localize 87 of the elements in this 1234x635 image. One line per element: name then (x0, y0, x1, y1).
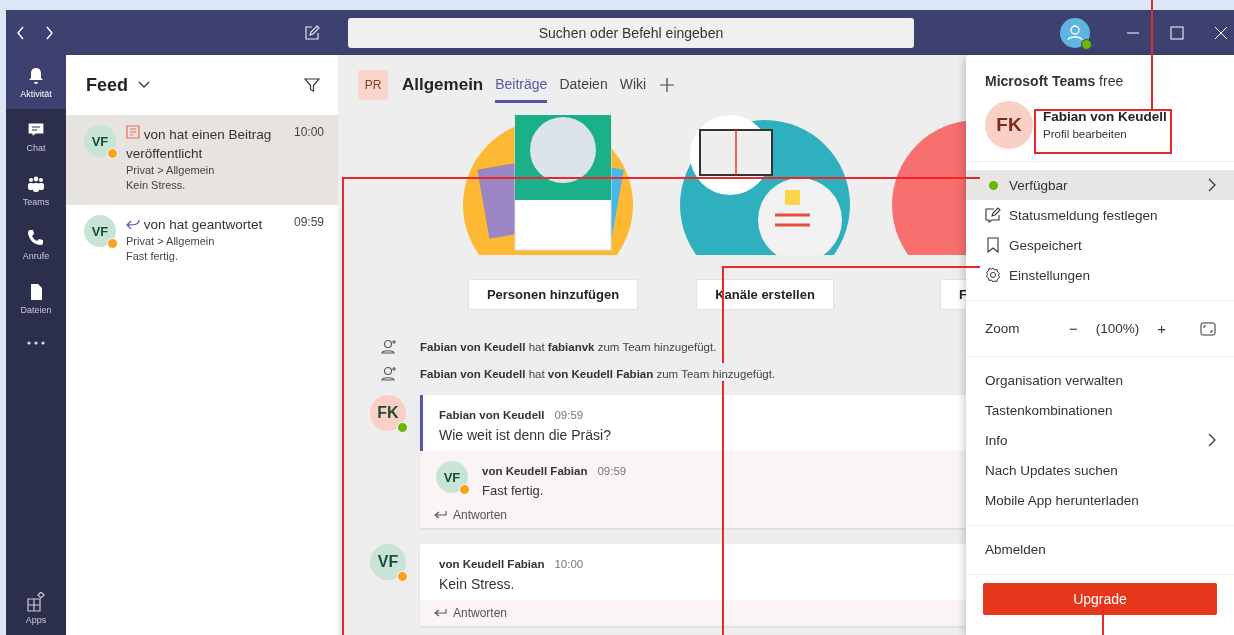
reply-button[interactable]: Antworten (434, 508, 508, 522)
channel-path: Privat > Allgemein (126, 234, 216, 249)
avatar: VF (370, 544, 406, 580)
compose-icon[interactable] (304, 24, 320, 41)
message-time: 10:00 (554, 558, 584, 570)
message-time: 09:59 (554, 409, 584, 421)
reply-icon (434, 608, 447, 618)
menu-item[interactable]: Mobile App herunterladen (966, 485, 1234, 515)
rail-item[interactable]: Teams (6, 163, 66, 217)
person-add-icon (380, 338, 398, 355)
menu-item[interactable]: Einstellungen (966, 260, 1234, 290)
menu-item[interactable]: Nach Updates suchen (966, 455, 1234, 485)
avatar: VF (84, 215, 116, 247)
message-time: 09:59 (597, 465, 627, 477)
author-name: von Keudell Fabian (439, 558, 545, 570)
feed-item[interactable]: VF von hat geantwortet 09:59 Privat > Allgemein Fast fertig. (66, 205, 338, 276)
channel-name: Allgemein (402, 75, 484, 95)
message-preview: Fast fertig. (126, 249, 179, 264)
menu-item[interactable]: Gespeichert (966, 230, 1234, 260)
product-name: Microsoft Teams free (984, 72, 1125, 91)
rail-item[interactable]: Chat (6, 109, 66, 163)
channel-path: Privat > Allgemein (126, 163, 216, 178)
message-text: Fast fertig. (482, 483, 544, 498)
user-name: Fabian von Keudell (1043, 108, 1167, 124)
message-preview: Kein Stress. (126, 178, 187, 193)
apps-icon (26, 591, 46, 612)
menu-item[interactable]: Info (966, 425, 1234, 455)
forward-icon[interactable] (44, 25, 54, 40)
avatar: FK (370, 395, 406, 431)
callout-line (1102, 602, 1104, 635)
back-icon[interactable] (16, 25, 26, 40)
menu-item[interactable]: Statusmeldung festlegen (966, 200, 1234, 230)
author-name: von Keudell Fabian (482, 465, 588, 477)
feed-item[interactable]: VF von hat einen Beitrag veröffentlicht 10:00 Privat > Allgemein Kein Stress. (66, 115, 338, 205)
edit-icon (985, 207, 1001, 223)
status-dot (988, 180, 998, 190)
avatar: VF (436, 461, 468, 493)
edit-profile-link[interactable]: Profil bearbeiten (1043, 127, 1127, 140)
reply-icon (434, 510, 447, 520)
chevron-right-icon (1208, 178, 1216, 192)
menu-item[interactable]: Tastenkombinationen (966, 395, 1234, 425)
message-text: Wie weit ist denn die Präsi? (439, 427, 611, 443)
person-add-icon (380, 365, 398, 382)
zoom-label: Zoom (985, 321, 1021, 336)
rail-item[interactable]: Dateien (6, 271, 66, 325)
chevron-down-icon[interactable] (138, 81, 150, 89)
activity-text: von hat einen Beitrag veröffentlicht (126, 125, 273, 163)
activity-text: von hat geantwortet (126, 215, 288, 234)
menu-item[interactable]: Verfügbar (966, 170, 1234, 200)
channel-tab[interactable]: Beiträge (495, 67, 548, 103)
zoom-value: (100%) (1095, 321, 1140, 336)
more-icon[interactable] (26, 341, 46, 345)
message-text: Kein Stress. (439, 576, 515, 592)
phone-icon (26, 227, 46, 248)
channel-tab[interactable]: Wiki (619, 67, 647, 103)
fit-screen-icon[interactable] (1200, 321, 1216, 336)
zoom-in-button[interactable]: + (1153, 320, 1171, 337)
feed-time: 10:00 (294, 125, 325, 141)
event-text: Fabian von Keudell hat fabianvk zum Team hinzugefügt. (420, 340, 717, 353)
reply-button[interactable]: Antworten (434, 606, 508, 620)
menu-item[interactable]: Organisation verwalten (966, 365, 1234, 395)
chevron-right-icon (1208, 433, 1216, 447)
avatar: FK (985, 101, 1033, 149)
close-icon[interactable] (1214, 25, 1228, 40)
upgrade-button[interactable]: Upgrade (983, 583, 1217, 615)
rail-item[interactable]: Aktivität (6, 55, 66, 109)
bookmark-icon (985, 237, 1001, 253)
post-icon (126, 125, 140, 139)
rail-item[interactable]: Anrufe (6, 217, 66, 271)
avatar: VF (84, 125, 116, 157)
channel-tab[interactable]: Dateien (559, 67, 608, 103)
reply-icon (126, 217, 140, 229)
search-field[interactable]: Suchen oder Befehl eingeben (348, 17, 914, 48)
settings-icon (985, 267, 1001, 283)
author-name: Fabian von Keudell (439, 409, 545, 421)
maximize-icon[interactable] (1170, 25, 1184, 40)
add-tab-icon[interactable] (660, 78, 675, 92)
action-button[interactable]: Personen hinzufügen (467, 279, 639, 310)
feed-title[interactable]: Feed (86, 74, 128, 96)
event-text: Fabian von Keudell hat von Keudell Fabian zum Team hinzugefügt. (420, 367, 776, 380)
rail-item[interactable]: Apps (6, 581, 66, 635)
zoom-out-button[interactable]: − (1065, 320, 1082, 337)
feed-time: 09:59 (294, 215, 325, 231)
sign-out-item[interactable]: Abmelden (966, 534, 1234, 564)
team-avatar: PR (358, 70, 388, 100)
profile-avatar[interactable] (1060, 17, 1090, 48)
filter-icon[interactable] (304, 77, 320, 93)
